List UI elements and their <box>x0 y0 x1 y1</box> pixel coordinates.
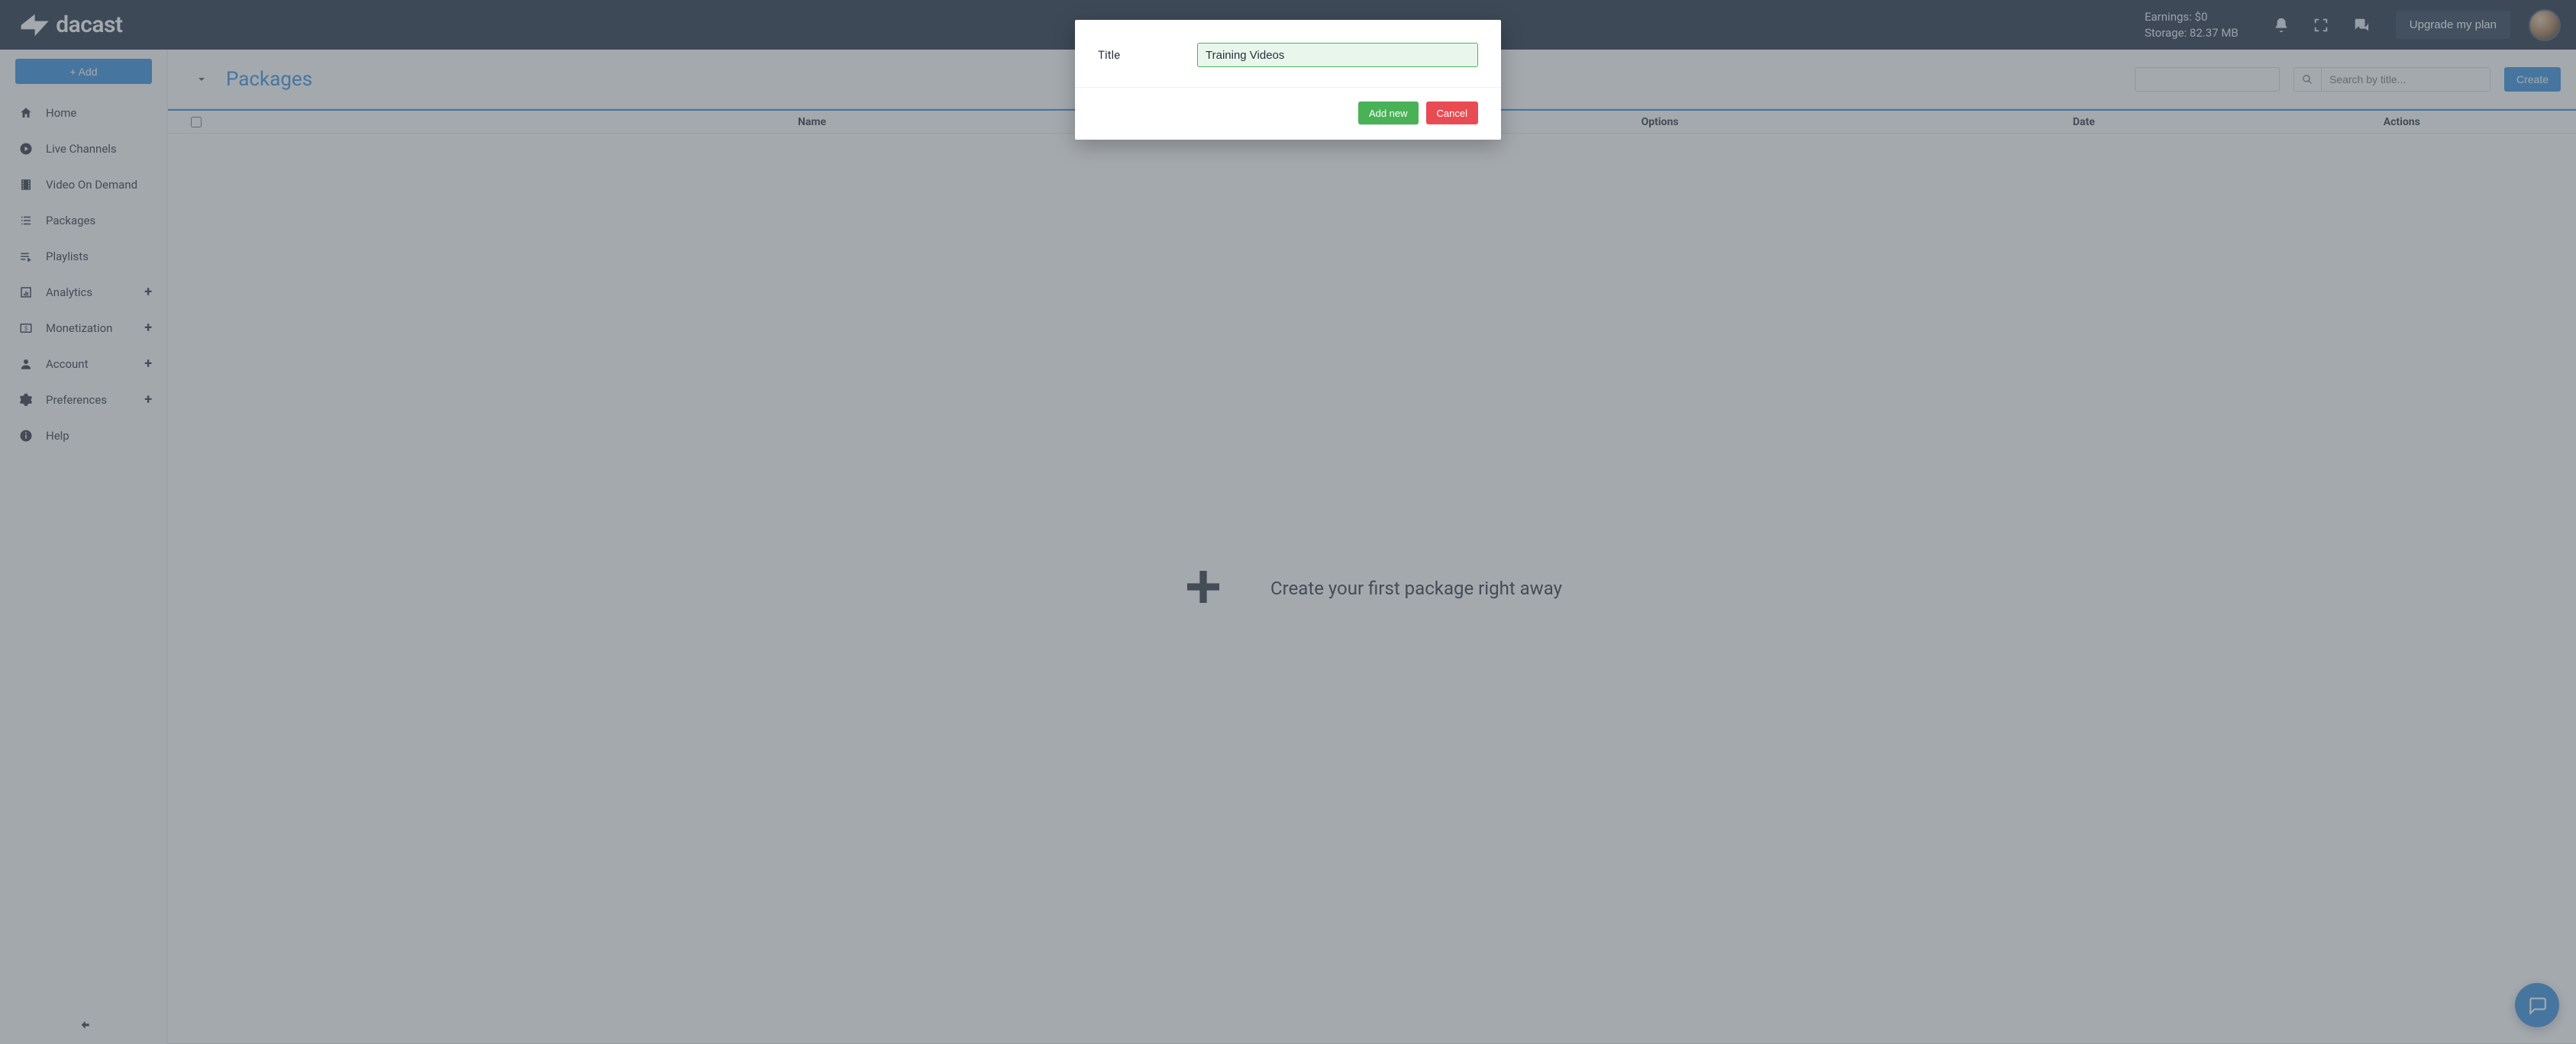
add-new-button[interactable]: Add new <box>1358 102 1419 124</box>
divider <box>1075 87 1501 88</box>
package-title-input[interactable] <box>1197 43 1478 67</box>
cancel-button[interactable]: Cancel <box>1426 102 1478 124</box>
create-package-modal: Title Add new Cancel <box>1075 20 1501 140</box>
modal-title-label: Title <box>1098 48 1197 62</box>
modal-overlay[interactable] <box>0 0 2576 1044</box>
